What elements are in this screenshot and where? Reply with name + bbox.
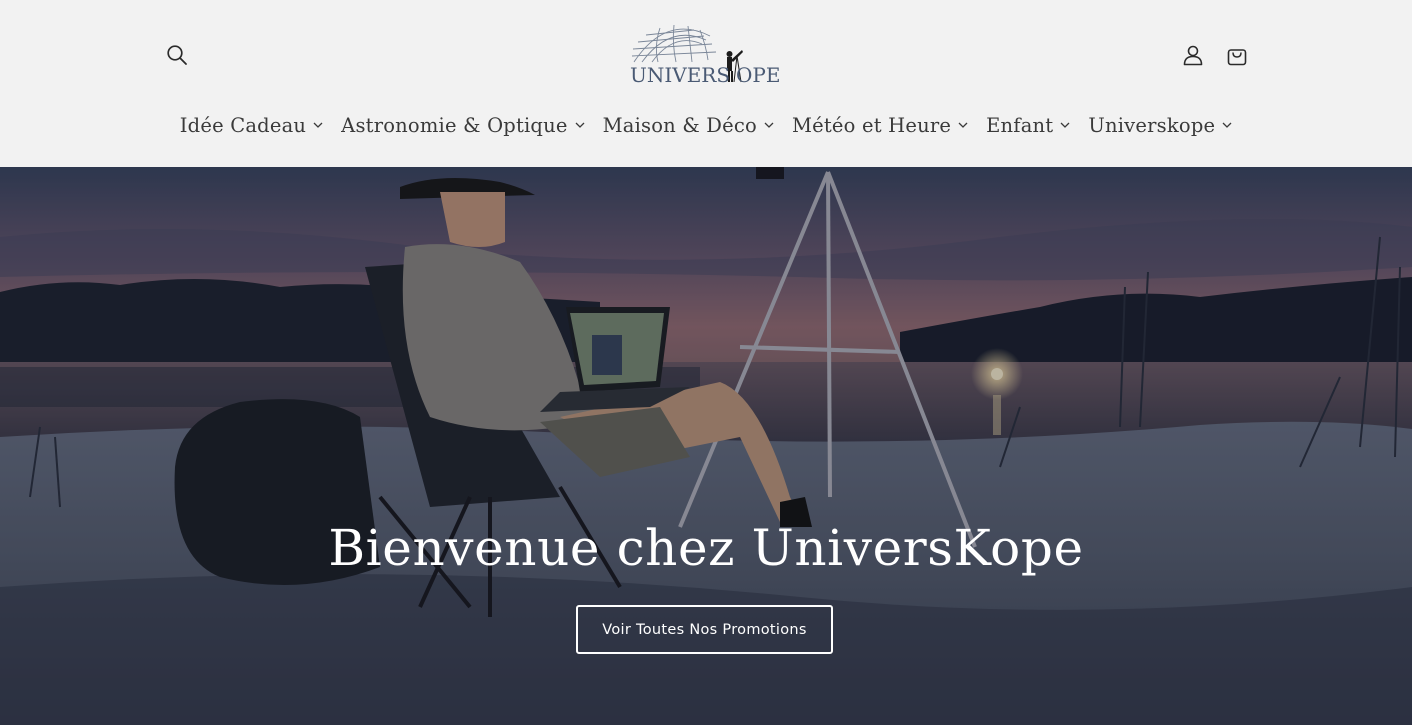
nav-item-enfant[interactable]: Enfant	[977, 108, 1079, 142]
nav-item-meteo-heure[interactable]: Météo et Heure	[783, 108, 977, 142]
chevron-down-icon	[958, 122, 968, 128]
site-header: UNIVERS OPE Idée Cadeau Astronomie & Opt…	[0, 0, 1412, 167]
nav-item-label: Enfant	[986, 113, 1054, 137]
nav-item-label: Universkope	[1088, 113, 1216, 137]
site-logo[interactable]: UNIVERS OPE	[624, 22, 786, 88]
nav-item-label: Idée Cadeau	[179, 113, 307, 137]
bag-icon	[1227, 49, 1247, 66]
nav-item-idee-cadeau[interactable]: Idée Cadeau	[171, 108, 332, 142]
nav-item-label: Astronomie & Optique	[341, 113, 568, 137]
chevron-down-icon	[764, 122, 774, 128]
globe-telescope-logo: UNIVERS OPE	[630, 24, 780, 87]
nav-item-universkope[interactable]: Universkope	[1079, 108, 1241, 142]
logo-text-right: OPE	[736, 63, 780, 87]
nav-item-astronomie-optique[interactable]: Astronomie & Optique	[332, 108, 593, 142]
chevron-down-icon	[313, 122, 323, 128]
nav-item-label: Maison & Déco	[602, 113, 757, 137]
user-icon	[1183, 45, 1203, 66]
hero-banner: Bienvenue chez UniversKope Voir Toutes N…	[0, 167, 1412, 725]
search-icon	[167, 45, 187, 65]
logo-text-left: UNIVERS	[630, 63, 730, 87]
nav-item-maison-deco[interactable]: Maison & Déco	[594, 108, 783, 142]
cart-button[interactable]	[1219, 37, 1255, 73]
hero-title: Bienvenue chez UniversKope	[328, 519, 1084, 577]
search-button[interactable]	[159, 37, 195, 73]
chevron-down-icon	[1222, 122, 1232, 128]
main-navigation: Idée Cadeau Astronomie & Optique Maison …	[0, 108, 1412, 142]
nav-item-label: Météo et Heure	[791, 113, 952, 137]
account-button[interactable]	[1175, 37, 1211, 73]
promotions-button[interactable]: Voir Toutes Nos Promotions	[576, 605, 833, 654]
chevron-down-icon	[1060, 122, 1070, 128]
chevron-down-icon	[575, 122, 585, 128]
